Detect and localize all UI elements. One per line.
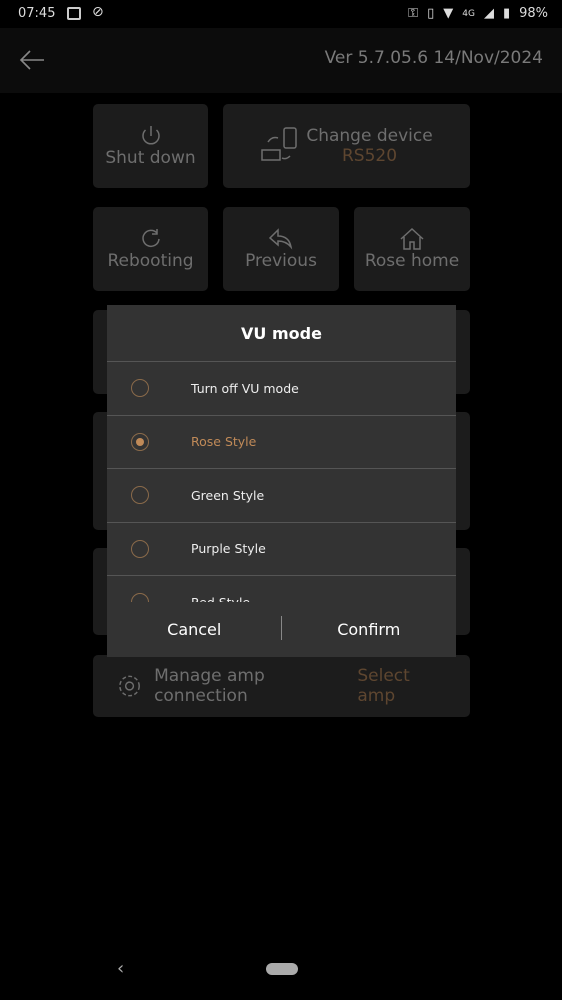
battery-icon: ▮ <box>502 6 511 21</box>
shutdown-label: Shut down <box>105 148 196 168</box>
vu-option[interactable]: Rose Style <box>107 416 456 469</box>
radio-button[interactable] <box>131 432 149 451</box>
radio-button[interactable] <box>131 539 149 558</box>
switch-device-icon <box>261 127 298 161</box>
rose-home-button[interactable]: Rose home <box>354 207 470 291</box>
power-icon <box>141 126 160 145</box>
device-name: RS520 <box>341 146 398 166</box>
battery-level: 98% <box>519 6 548 21</box>
reply-icon <box>268 228 293 250</box>
radio-button[interactable] <box>131 593 149 602</box>
option-label: Turn off VU mode <box>191 380 299 396</box>
confirm-button[interactable]: Confirm <box>282 620 457 639</box>
vibrate-icon: ▯ <box>427 6 435 21</box>
vu-option[interactable]: Turn off VU mode <box>107 362 456 416</box>
home-icon <box>400 227 424 250</box>
rose-home-label: Rose home <box>364 251 460 271</box>
change-device-label: Change device <box>306 126 433 146</box>
vu-option[interactable]: Green Style <box>107 469 456 523</box>
radio-button[interactable] <box>131 486 149 505</box>
select-amp-button[interactable]: Select amp <box>357 666 450 706</box>
reboot-button[interactable]: Rebooting <box>93 207 208 291</box>
shutdown-button[interactable]: Shut down <box>93 104 208 188</box>
dialog-buttons: Cancel Confirm <box>107 602 456 657</box>
wifi-icon: ▼ <box>443 6 454 21</box>
button-divider <box>281 616 282 640</box>
vu-option[interactable]: Purple Style <box>107 523 456 576</box>
gear-icon <box>119 675 140 697</box>
dialog-title: VU mode <box>107 305 456 362</box>
status-icons: ⚿ ▯ ▼ 4G ◢ ▮ 98% <box>408 6 548 21</box>
cancel-button[interactable]: Cancel <box>107 620 282 639</box>
previous-button[interactable]: Previous <box>223 207 339 291</box>
manage-amp-row[interactable]: Manage amp connection Select amp <box>93 655 470 717</box>
status-time: 07:45 <box>18 6 56 21</box>
app-header: Ver 5.7.05.6 14/Nov/2024 <box>0 28 562 93</box>
network-type: 4G <box>462 8 475 19</box>
image-icon <box>67 7 81 20</box>
option-label: Rose Style <box>191 434 257 450</box>
option-label: Green Style <box>191 487 265 503</box>
status-bar: 07:45 ⊘ ⚿ ▯ ▼ 4G ◢ ▮ 98% <box>0 0 562 28</box>
nav-home-pill[interactable] <box>266 963 298 975</box>
signal-icon: ◢ <box>483 6 494 21</box>
vu-option[interactable]: Red Style <box>107 576 456 602</box>
previous-label: Previous <box>245 251 317 271</box>
back-arrow-icon[interactable] <box>18 48 46 72</box>
radio-dot <box>136 437 144 446</box>
vu-options-list[interactable]: Turn off VU mode Rose Style Green Style Pur… <box>107 362 456 602</box>
key-icon: ⚿ <box>408 6 419 21</box>
radio-button[interactable] <box>131 379 149 398</box>
version-text: Ver 5.7.05.6 14/Nov/2024 <box>324 48 543 68</box>
nav-back-icon[interactable]: ‹ <box>117 958 124 979</box>
vu-mode-dialog: VU mode Turn off VU mode Rose Style Green … <box>107 305 456 657</box>
manage-amp-label: Manage amp connection <box>154 666 265 706</box>
reboot-label: Rebooting <box>107 251 194 271</box>
eye-off-icon: ⊘ <box>92 4 104 20</box>
change-device-button[interactable]: Change device RS520 <box>223 104 470 188</box>
option-label: Red Style <box>191 595 250 602</box>
option-label: Purple Style <box>191 541 266 557</box>
refresh-icon <box>141 229 160 248</box>
